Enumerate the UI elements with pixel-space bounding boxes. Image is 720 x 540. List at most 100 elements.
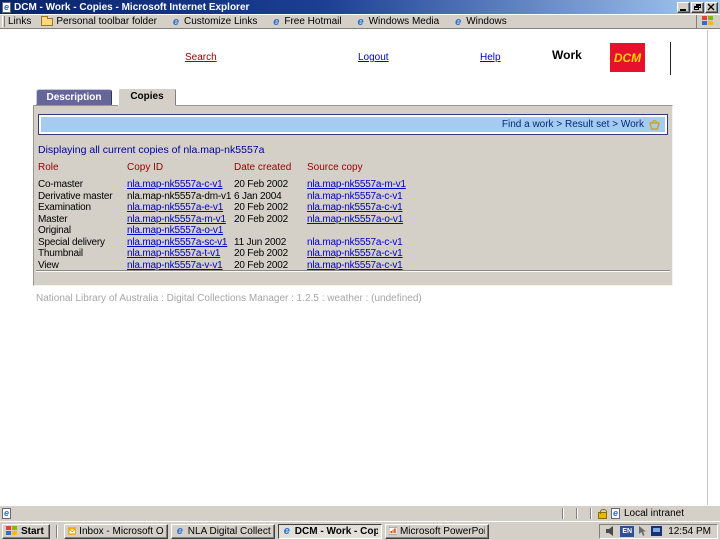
copy-id-text: nla.map-nk5557a-dm-v1 xyxy=(127,190,232,202)
links-toolbar-item-label: Personal toolbar folder xyxy=(56,16,157,27)
ie-throbber xyxy=(696,15,718,28)
taskbar-tasks: Inbox - Microsoft Outlook e NLA Digital Co… xyxy=(63,523,596,539)
restore-button[interactable] xyxy=(691,1,704,13)
date-created: 20 Feb 2002 xyxy=(234,248,288,259)
links-toolbar-item[interactable]: e Free Hotmail xyxy=(271,16,341,27)
statusbar-separator xyxy=(589,508,592,519)
taskbar-task[interactable]: Microsoft PowerPoint - [... xyxy=(384,523,489,539)
screen: DCM - Work - Copies - Microsoft Internet… xyxy=(0,0,720,540)
taskbar-clock[interactable]: 12:54 PM xyxy=(668,526,711,537)
links-toolbar-item-label: Windows Media xyxy=(368,16,440,27)
copy-role: Thumbnail xyxy=(38,248,83,259)
links-toolbar-item[interactable]: e Customize Links xyxy=(171,16,257,27)
window-right-edge xyxy=(707,30,708,505)
links-toolbar-item-label: Free Hotmail xyxy=(284,16,342,27)
links-toolbar-item[interactable]: e Windows xyxy=(453,16,507,27)
copy-id-link[interactable]: nla.map-nk5557a-c-v1 xyxy=(127,179,223,190)
table-row: Thumbnail nla.map-nk5557a-t-v1 20 Feb 2002… xyxy=(38,248,427,260)
close-button[interactable] xyxy=(705,1,718,13)
status-page-icon xyxy=(2,508,11,519)
copy-id-link[interactable]: nla.map-nk5557a-t-v1 xyxy=(127,248,220,259)
windows-logo-icon xyxy=(701,16,713,25)
copies-table: Role Copy ID Date created Source copy Co… xyxy=(38,162,427,271)
tab-copies[interactable]: Copies xyxy=(118,88,176,106)
table-header-row: Role Copy ID Date created Source copy xyxy=(38,162,427,179)
taskbar-task-label: Inbox - Microsoft Outlook xyxy=(79,525,164,537)
ie-icon: e xyxy=(176,525,183,537)
copy-role: Derivative master xyxy=(38,190,113,202)
links-toolbar-item[interactable]: e Windows Media xyxy=(356,16,440,27)
browser-page: Search Logout Help Work DCM Description … xyxy=(0,30,720,505)
toolbar-grip[interactable] xyxy=(2,16,5,27)
copy-role: Examination xyxy=(38,202,91,213)
window-title: DCM - Work - Copies - Microsoft Internet… xyxy=(14,1,250,13)
source-copy-link[interactable]: nla.map-nk5557a-c-v1 xyxy=(307,191,403,202)
taskbar-task[interactable]: e DCM - Work - Copies ... xyxy=(277,523,382,539)
links-toolbar-label: Links xyxy=(8,16,32,27)
status-bar: Local intranet xyxy=(0,505,720,521)
breadcrumb-bar: Find a work > Result set > Work xyxy=(41,117,665,132)
dcm-logo[interactable]: DCM xyxy=(610,43,645,72)
copy-role: Original xyxy=(38,225,71,236)
links-toolbar-item[interactable]: Personal toolbar folder xyxy=(41,15,157,27)
breadcrumb-box: Find a work > Result set > Work xyxy=(38,114,668,135)
speaker-icon[interactable] xyxy=(606,526,616,536)
source-copy-link[interactable]: nla.map-nk5557a-c-v1 xyxy=(307,260,403,271)
copy-role: Co-master xyxy=(38,179,83,190)
intranet-icon xyxy=(610,508,620,519)
padlock-icon xyxy=(597,508,607,519)
table-row: Examination nla.map-nk5557a-e-v1 20 Feb 20… xyxy=(38,202,427,214)
copy-id-link[interactable]: nla.map-nk5557a-e-v1 xyxy=(127,202,223,213)
copy-id-link[interactable]: nla.map-nk5557a-m-v1 xyxy=(127,214,226,225)
table-row: Special delivery nla.map-nk5557a-sc-v1 11 … xyxy=(38,237,427,249)
dcm-logo-text: DCM xyxy=(613,50,642,65)
nav-link-logout[interactable]: Logout xyxy=(358,52,389,63)
taskbar-task[interactable]: e NLA Digital Collections M... xyxy=(170,523,275,539)
nav-link-search[interactable]: Search xyxy=(185,52,217,63)
date-created: 20 Feb 2002 xyxy=(234,202,288,213)
window-icon xyxy=(2,1,11,13)
status-message: Displaying all current copies of nla.map… xyxy=(38,144,265,156)
breadcrumb-link[interactable]: Find a work xyxy=(502,119,554,130)
table-row: Derivative master nla.map-nk5557a-dm-v1 6 … xyxy=(38,191,427,203)
powerpoint-icon xyxy=(388,526,397,536)
tab-description[interactable]: Description xyxy=(36,89,112,105)
taskbar-task-label: DCM - Work - Copies ... xyxy=(294,525,378,537)
security-zone-label: Local intranet xyxy=(623,508,684,519)
date-created xyxy=(234,225,307,237)
column-header-date-created: Date created xyxy=(234,162,292,173)
app-footer: National Library of Australia : Digital … xyxy=(36,293,422,304)
minimize-button[interactable] xyxy=(677,1,690,13)
start-button[interactable]: Start xyxy=(2,523,50,539)
breadcrumb-link[interactable]: Work xyxy=(621,119,644,130)
source-copy-link[interactable]: nla.map-nk5557a-c-v1 xyxy=(307,248,403,259)
taskbar-task[interactable]: Inbox - Microsoft Outlook xyxy=(63,523,168,539)
network-tray-icon[interactable] xyxy=(651,526,663,536)
breadcrumb-link[interactable]: Result set xyxy=(565,119,609,130)
copy-role: Master xyxy=(38,213,68,225)
source-copy-link[interactable]: nla.map-nk5557a-m-v1 xyxy=(307,179,406,190)
pointer-tray-icon[interactable] xyxy=(638,526,647,536)
breadcrumb-separator: > xyxy=(553,119,565,130)
links-toolbar-item-label: Windows xyxy=(466,16,507,27)
basket-icon[interactable] xyxy=(648,119,661,130)
copy-role: Special delivery xyxy=(38,236,105,248)
copy-id-link[interactable]: nla.map-nk5557a-o-v1 xyxy=(127,225,223,236)
nav-link-help[interactable]: Help xyxy=(480,52,501,63)
source-copy-link[interactable]: nla.map-nk5557a-c-v1 xyxy=(307,237,403,248)
source-copy-link[interactable]: nla.map-nk5557a-o-v1 xyxy=(307,214,403,225)
copy-id-link[interactable]: nla.map-nk5557a-sc-v1 xyxy=(127,237,228,248)
folder-icon xyxy=(41,15,54,26)
links-toolbar-item-label: Customize Links xyxy=(183,16,258,27)
ie-icon: e xyxy=(357,15,364,28)
language-indicator[interactable]: EN xyxy=(620,525,635,537)
outlook-icon xyxy=(67,527,77,535)
table-row: Co-master nla.map-nk5557a-c-v1 20 Feb 2002… xyxy=(38,179,427,191)
taskbar-task-label: Microsoft PowerPoint - [... xyxy=(399,525,485,537)
copies-panel: Find a work > Result set > Work Displayi… xyxy=(33,105,673,286)
source-copy-link[interactable]: nla.map-nk5557a-c-v1 xyxy=(307,202,403,213)
header-divider xyxy=(670,42,671,75)
table-row: Master nla.map-nk5557a-m-v1 20 Feb 2002 nla… xyxy=(38,214,427,226)
copy-id-link[interactable]: nla.map-nk5557a-v-v1 xyxy=(127,260,223,271)
date-created: 11 Jun 2002 xyxy=(234,236,287,248)
